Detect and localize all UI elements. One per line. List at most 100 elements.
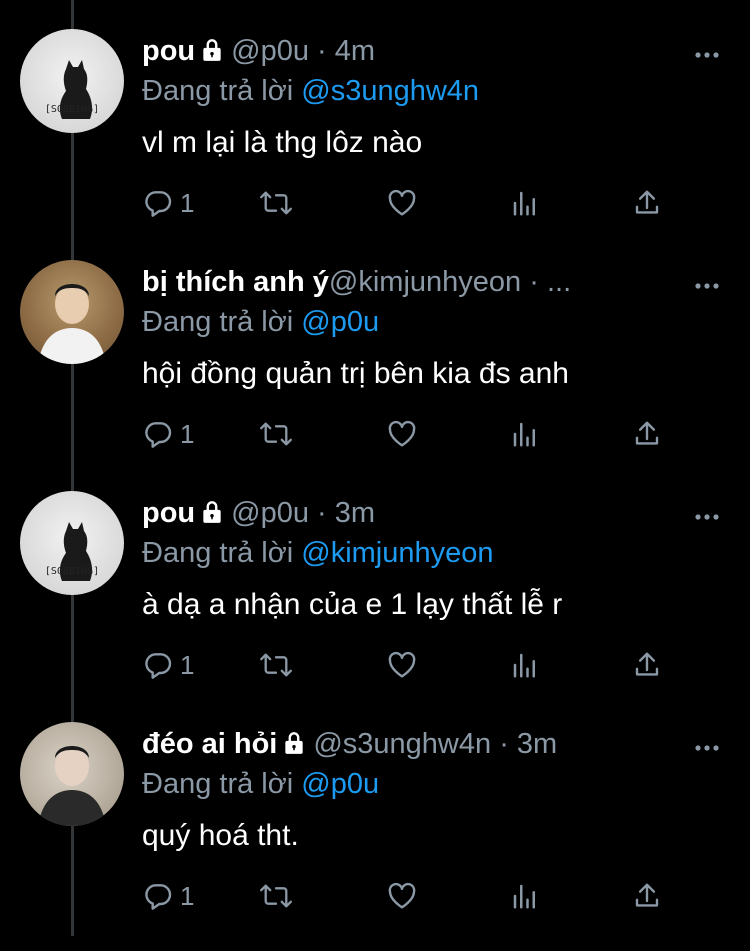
retweet-button[interactable] xyxy=(258,878,294,914)
share-icon xyxy=(632,418,662,450)
share-button[interactable] xyxy=(632,647,662,683)
separator-dot: · xyxy=(317,35,327,67)
like-icon xyxy=(386,187,418,219)
person-silhouette xyxy=(38,284,106,364)
retweet-button[interactable] xyxy=(258,416,294,452)
more-icon[interactable] xyxy=(694,739,720,757)
reply-count: 1 xyxy=(180,418,195,449)
replying-to-label: Đang trả lời xyxy=(142,537,294,569)
timestamp[interactable]: 3m xyxy=(517,728,557,760)
analytics-button[interactable] xyxy=(510,185,540,221)
tweet[interactable]: đéo ai hỏi @s3unghw4n · 3m Đang trả lời @… xyxy=(0,720,750,951)
retweet-icon xyxy=(258,418,294,450)
tweet[interactable]: [SOBBING] pou @p0u · 3m Đang trả lời @kim… xyxy=(0,489,750,720)
avatar-label: [SOBBING] xyxy=(44,566,100,577)
analytics-icon xyxy=(510,649,540,681)
analytics-button[interactable] xyxy=(510,647,540,683)
action-bar: 1 xyxy=(142,416,662,452)
tweet[interactable]: bị thích anh ý@kimjunhyeon · ... Đang tr… xyxy=(0,258,750,489)
share-icon xyxy=(632,649,662,681)
lock-icon xyxy=(199,498,225,534)
analytics-icon xyxy=(510,187,540,219)
reply-button[interactable]: 1 xyxy=(142,647,194,683)
replying-to-label: Đang trả lời xyxy=(142,306,294,338)
more-icon[interactable] xyxy=(694,46,720,64)
reply-button[interactable]: 1 xyxy=(142,878,194,914)
reply-button[interactable]: 1 xyxy=(142,185,194,221)
like-button[interactable] xyxy=(386,878,418,914)
action-bar: 1 xyxy=(142,647,662,683)
tweet-header: đéo ai hỏi @s3unghw4n · 3m xyxy=(142,726,557,765)
tweet-text: quý hoá tht. xyxy=(142,819,299,852)
lock-icon xyxy=(199,36,225,72)
mention-link[interactable]: @p0u xyxy=(301,768,379,800)
retweet-button[interactable] xyxy=(258,185,294,221)
share-button[interactable] xyxy=(632,878,662,914)
retweet-icon xyxy=(258,880,294,912)
tweet-header: pou @p0u · 4m xyxy=(142,33,375,72)
analytics-button[interactable] xyxy=(510,416,540,452)
photo-avatar[interactable] xyxy=(20,722,124,826)
display-name[interactable]: đéo ai hỏi xyxy=(142,728,277,760)
display-name[interactable]: pou xyxy=(142,497,195,529)
user-handle[interactable]: @kimjunhyeon xyxy=(329,266,521,298)
separator-dot: · xyxy=(529,266,539,298)
replying-to: Đang trả lời @s3unghw4n xyxy=(142,73,479,109)
like-button[interactable] xyxy=(386,185,418,221)
timestamp[interactable]: 3m xyxy=(335,497,375,529)
display-name[interactable]: bị thích anh ý xyxy=(142,266,329,298)
reply-icon xyxy=(142,649,174,681)
tweet-header: pou @p0u · 3m xyxy=(142,495,375,534)
user-handle[interactable]: @p0u xyxy=(231,497,309,529)
separator-dot: · xyxy=(499,728,509,760)
reply-count: 1 xyxy=(180,880,195,911)
timestamp[interactable]: 4m xyxy=(335,35,375,67)
retweet-button[interactable] xyxy=(258,647,294,683)
share-icon xyxy=(632,880,662,912)
like-button[interactable] xyxy=(386,647,418,683)
photo-avatar[interactable] xyxy=(20,260,124,364)
reply-button[interactable]: 1 xyxy=(142,416,194,452)
analytics-icon xyxy=(510,418,540,450)
replying-to-label: Đang trả lời xyxy=(142,768,294,800)
more-icon[interactable] xyxy=(694,277,720,295)
replying-to: Đang trả lời @p0u xyxy=(142,766,379,802)
person-silhouette xyxy=(38,746,106,826)
cat-silhouette xyxy=(59,60,93,119)
cat-avatar[interactable]: [SOBBING] xyxy=(20,29,124,133)
more-icon[interactable] xyxy=(694,508,720,526)
replying-to-label: Đang trả lời xyxy=(142,75,294,107)
reply-icon xyxy=(142,880,174,912)
mention-link[interactable]: @kimjunhyeon xyxy=(301,537,493,569)
timestamp[interactable]: ... xyxy=(547,266,571,298)
action-bar: 1 xyxy=(142,185,662,221)
analytics-button[interactable] xyxy=(510,878,540,914)
user-handle[interactable]: @s3unghw4n xyxy=(313,728,491,760)
cat-silhouette xyxy=(59,522,93,581)
tweet-text: vl m lại là thg lôz nào xyxy=(142,126,423,159)
replying-to: Đang trả lời @p0u xyxy=(142,304,379,340)
tweet-header: bị thích anh ý@kimjunhyeon · ... xyxy=(142,264,571,300)
display-name[interactable]: pou xyxy=(142,35,195,67)
cat-avatar[interactable]: [SOBBING] xyxy=(20,491,124,595)
reply-count: 1 xyxy=(180,649,195,680)
tweet[interactable]: [SOBBING] pou @p0u · 4m Đang trả lời @s3u… xyxy=(0,27,750,258)
share-icon xyxy=(632,187,662,219)
analytics-icon xyxy=(510,880,540,912)
share-button[interactable] xyxy=(632,416,662,452)
like-icon xyxy=(386,418,418,450)
action-bar: 1 xyxy=(142,878,662,914)
like-icon xyxy=(386,649,418,681)
retweet-icon xyxy=(258,187,294,219)
mention-link[interactable]: @s3unghw4n xyxy=(301,75,479,107)
avatar-label: [SOBBING] xyxy=(44,104,100,115)
retweet-icon xyxy=(258,649,294,681)
reply-icon xyxy=(142,187,174,219)
share-button[interactable] xyxy=(632,185,662,221)
reply-count: 1 xyxy=(180,187,195,218)
user-handle[interactable]: @p0u xyxy=(231,35,309,67)
like-button[interactable] xyxy=(386,416,418,452)
reply-icon xyxy=(142,418,174,450)
replying-to: Đang trả lời @kimjunhyeon xyxy=(142,535,494,571)
mention-link[interactable]: @p0u xyxy=(301,306,379,338)
